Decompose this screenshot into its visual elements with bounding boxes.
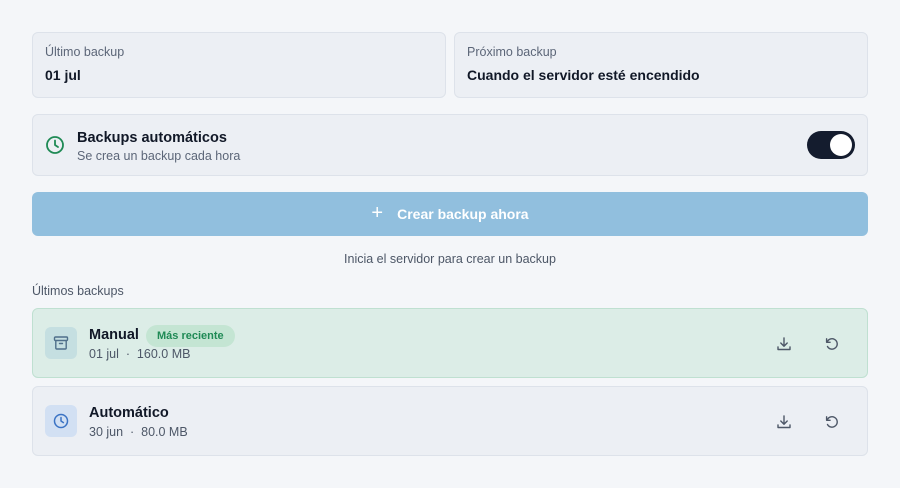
restore-icon[interactable] [821,411,843,433]
restore-icon[interactable] [821,333,843,355]
auto-backups-row: Backups automáticos Se crea un backup ca… [32,114,868,176]
most-recent-badge: Más reciente [146,325,235,347]
recent-backups-heading: Últimos backups [32,284,124,298]
download-icon[interactable] [773,411,795,433]
auto-backups-toggle[interactable] [807,131,855,159]
next-backup-label: Próximo backup [467,45,557,59]
last-backup-label: Último backup [45,45,125,59]
auto-backups-title: Backups automáticos [77,130,227,146]
download-icon[interactable] [773,333,795,355]
create-backup-label: Crear backup ahora [397,206,529,222]
backup-name: Manual [89,327,139,343]
next-backup-card: Próximo backup Cuando el servidor esté e… [454,32,868,98]
backup-meta: 30 jun · 80.0 MB [89,425,188,439]
auto-backups-subtitle: Se crea un backup cada hora [77,149,241,163]
backups-panel: Último backup 01 jul Próximo backup Cuan… [0,0,900,488]
clock-icon [45,405,77,437]
next-backup-value: Cuando el servidor esté encendido [467,67,700,83]
backup-row-automatic: Automático 30 jun · 80.0 MB [32,386,868,456]
backup-meta: 01 jul · 160.0 MB [89,347,191,361]
clock-icon [46,136,64,154]
plus-icon: + [371,202,384,224]
last-backup-value: 01 jul [45,67,81,83]
backup-row-manual: Manual Más reciente 01 jul · 160.0 MB [32,308,868,378]
create-backup-button[interactable]: + Crear backup ahora [32,192,868,236]
backup-name: Automático [89,405,169,421]
toggle-knob [830,134,852,156]
last-backup-card: Último backup 01 jul [32,32,446,98]
archive-icon [45,327,77,359]
start-server-hint: Inicia el servidor para crear un backup [344,252,556,266]
